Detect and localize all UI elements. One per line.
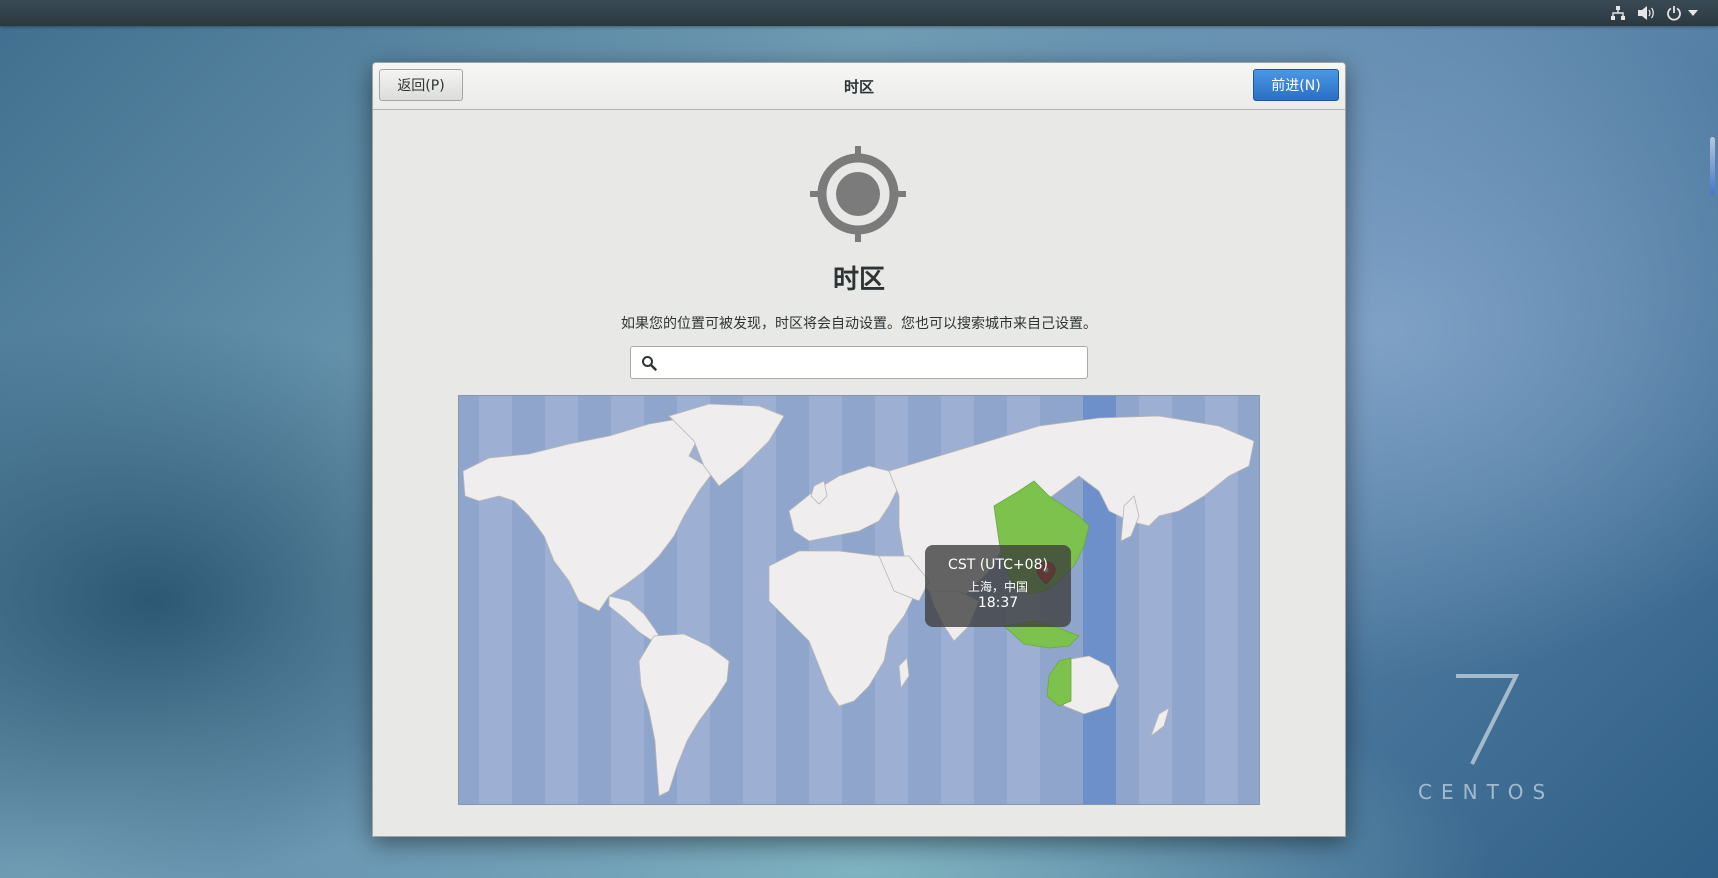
chevron-down-icon[interactable] — [1686, 3, 1700, 23]
search-icon — [642, 356, 657, 371]
volume-icon[interactable] — [1636, 3, 1656, 23]
dialog-header: 返回(P) 时区 前进(N) — [373, 63, 1345, 110]
centos-wordmark: CENTOS — [1418, 780, 1555, 804]
tooltip-time: 18:37 — [977, 595, 1019, 611]
next-button[interactable]: 前进(N) — [1253, 69, 1339, 101]
page-title: 时区 — [832, 265, 885, 295]
header-title: 时区 — [843, 78, 874, 96]
city-search-input[interactable] — [630, 346, 1088, 379]
centos-seven-logo — [1456, 674, 1520, 765]
timezone-dialog: 返回(P) 时区 前进(N) 时区 如果您的位置可被发现，时区将会自动设置。您也… — [372, 62, 1346, 837]
tooltip-zone: CST (UTC+08) — [948, 557, 1048, 573]
timezone-world-map[interactable] — [458, 395, 1260, 805]
tooltip-city: 上海，中国 — [967, 580, 1028, 594]
workspace-indicator[interactable] — [1710, 137, 1715, 195]
timezone-tooltip: CST (UTC+08) 上海，中国 18:37 — [925, 545, 1071, 627]
power-icon[interactable] — [1664, 3, 1684, 23]
location-crosshair-icon — [810, 146, 906, 242]
description-text: 如果您的位置可被发现，时区将会自动设置。您也可以搜索城市来自己设置。 — [621, 316, 1097, 332]
top-bar — [0, 0, 1718, 26]
network-icon[interactable] — [1608, 3, 1628, 23]
